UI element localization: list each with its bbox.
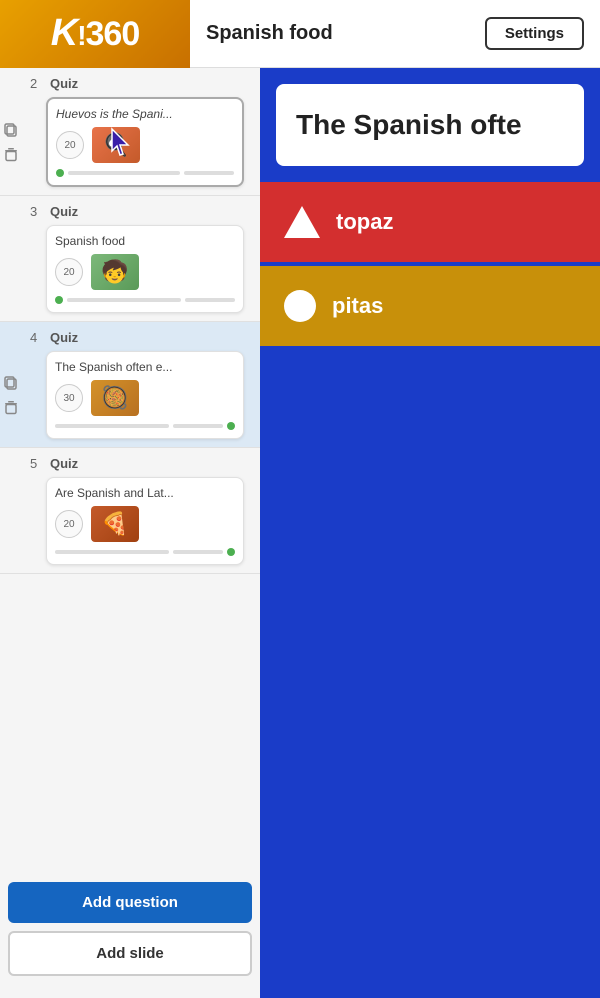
app-header: K!360 Spanish food Settings [0,0,600,68]
progress-row-5 [55,548,235,556]
sidebar-item-4[interactable]: 4 Quiz The Spanish often e... 30 🥘 [0,322,260,448]
progress-bar-4b [173,424,223,428]
quiz-item-header-3: 3 Quiz [22,204,252,219]
preview-question-text: The Spanish ofte [296,108,522,142]
page-title: Spanish food [206,22,333,45]
answer-2[interactable]: pitas [260,266,600,346]
delete-icon-4[interactable] [2,398,20,416]
progress-bar-3 [67,298,181,302]
progress-dot-3 [55,296,63,304]
quiz-card-row-4: 30 🥘 [55,380,235,416]
main-layout: 2 Quiz Huevos is the Spani... 20 🍳 [0,68,600,998]
item-actions-2 [0,76,22,187]
copy-icon-2[interactable] [2,121,20,139]
logo-text: K!360 [51,12,140,55]
points-2: 20 [56,131,84,159]
answer-2-text: pitas [332,293,383,319]
progress-dot-4 [227,422,235,430]
circle-icon [284,290,316,322]
sidebar-bottom: Add question Add slide [0,870,260,988]
progress-bar-5b [173,550,223,554]
spacer-3 [0,204,22,313]
progress-bar-4 [55,424,169,428]
quiz-card-area-5: 5 Quiz Are Spanish and Lat... 20 🍕 [22,456,252,565]
points-3: 20 [55,258,83,286]
thumb-3: 🧒 [91,254,139,290]
quiz-card-4[interactable]: The Spanish often e... 30 🥘 [46,351,244,439]
quiz-card-row-2: 20 🍳 [56,127,234,163]
quiz-item-wrapper-2: 2 Quiz Huevos is the Spani... 20 🍳 [0,76,252,187]
item-actions-4 [0,330,22,439]
quiz-card-2[interactable]: Huevos is the Spani... 20 🍳 [46,97,244,187]
progress-row-2 [56,169,234,177]
sidebar-item-5[interactable]: 5 Quiz Are Spanish and Lat... 20 🍕 [0,448,260,574]
answer-1-text: topaz [336,209,393,235]
triangle-icon [284,206,320,238]
quiz-card-area-4: 4 Quiz The Spanish often e... 30 🥘 [22,330,252,439]
points-5: 20 [55,510,83,538]
quiz-card-row-5: 20 🍕 [55,506,235,542]
thumb-2: 🍳 [92,127,140,163]
answer-1[interactable]: topaz [260,182,600,262]
progress-row-4 [55,422,235,430]
quiz-item-header-2: 2 Quiz [22,76,252,91]
points-4: 30 [55,384,83,412]
quiz-item-header-4: 4 Quiz [22,330,252,345]
quiz-item-wrapper-4: 4 Quiz The Spanish often e... 30 🥘 [0,330,252,439]
sidebar-item-2[interactable]: 2 Quiz Huevos is the Spani... 20 🍳 [0,68,260,196]
quiz-item-wrapper-5: 5 Quiz Are Spanish and Lat... 20 🍕 [0,456,252,565]
spacer-5 [0,456,22,565]
add-question-button[interactable]: Add question [8,882,252,923]
add-slide-button[interactable]: Add slide [8,931,252,976]
settings-button[interactable]: Settings [485,17,584,50]
sidebar-item-3[interactable]: 3 Quiz Spanish food 20 🧒 [0,196,260,322]
progress-bar-2 [68,171,180,175]
delete-icon-2[interactable] [2,145,20,163]
progress-bar-2b [184,171,234,175]
progress-bar-3b [185,298,235,302]
preview-area: The Spanish ofte topaz pitas [260,68,600,998]
header-center: Spanish food Settings [190,17,600,50]
progress-row-3 [55,296,235,304]
quiz-card-5[interactable]: Are Spanish and Lat... 20 🍕 [46,477,244,565]
progress-dot-5 [227,548,235,556]
quiz-card-area-2: 2 Quiz Huevos is the Spani... 20 🍳 [22,76,252,187]
thumb-4: 🥘 [91,380,139,416]
logo: K!360 [0,0,190,68]
sidebar: 2 Quiz Huevos is the Spani... 20 🍳 [0,68,260,998]
quiz-item-header-5: 5 Quiz [22,456,252,471]
preview-answers: topaz pitas [260,182,600,998]
copy-icon-4[interactable] [2,374,20,392]
thumb-5: 🍕 [91,506,139,542]
quiz-card-area-3: 3 Quiz Spanish food 20 🧒 [22,204,252,313]
quiz-item-wrapper-3: 3 Quiz Spanish food 20 🧒 [0,204,252,313]
progress-dot-2 [56,169,64,177]
quiz-card-3[interactable]: Spanish food 20 🧒 [46,225,244,313]
preview-question-box: The Spanish ofte [276,84,584,166]
progress-bar-5 [55,550,169,554]
quiz-card-row-3: 20 🧒 [55,254,235,290]
